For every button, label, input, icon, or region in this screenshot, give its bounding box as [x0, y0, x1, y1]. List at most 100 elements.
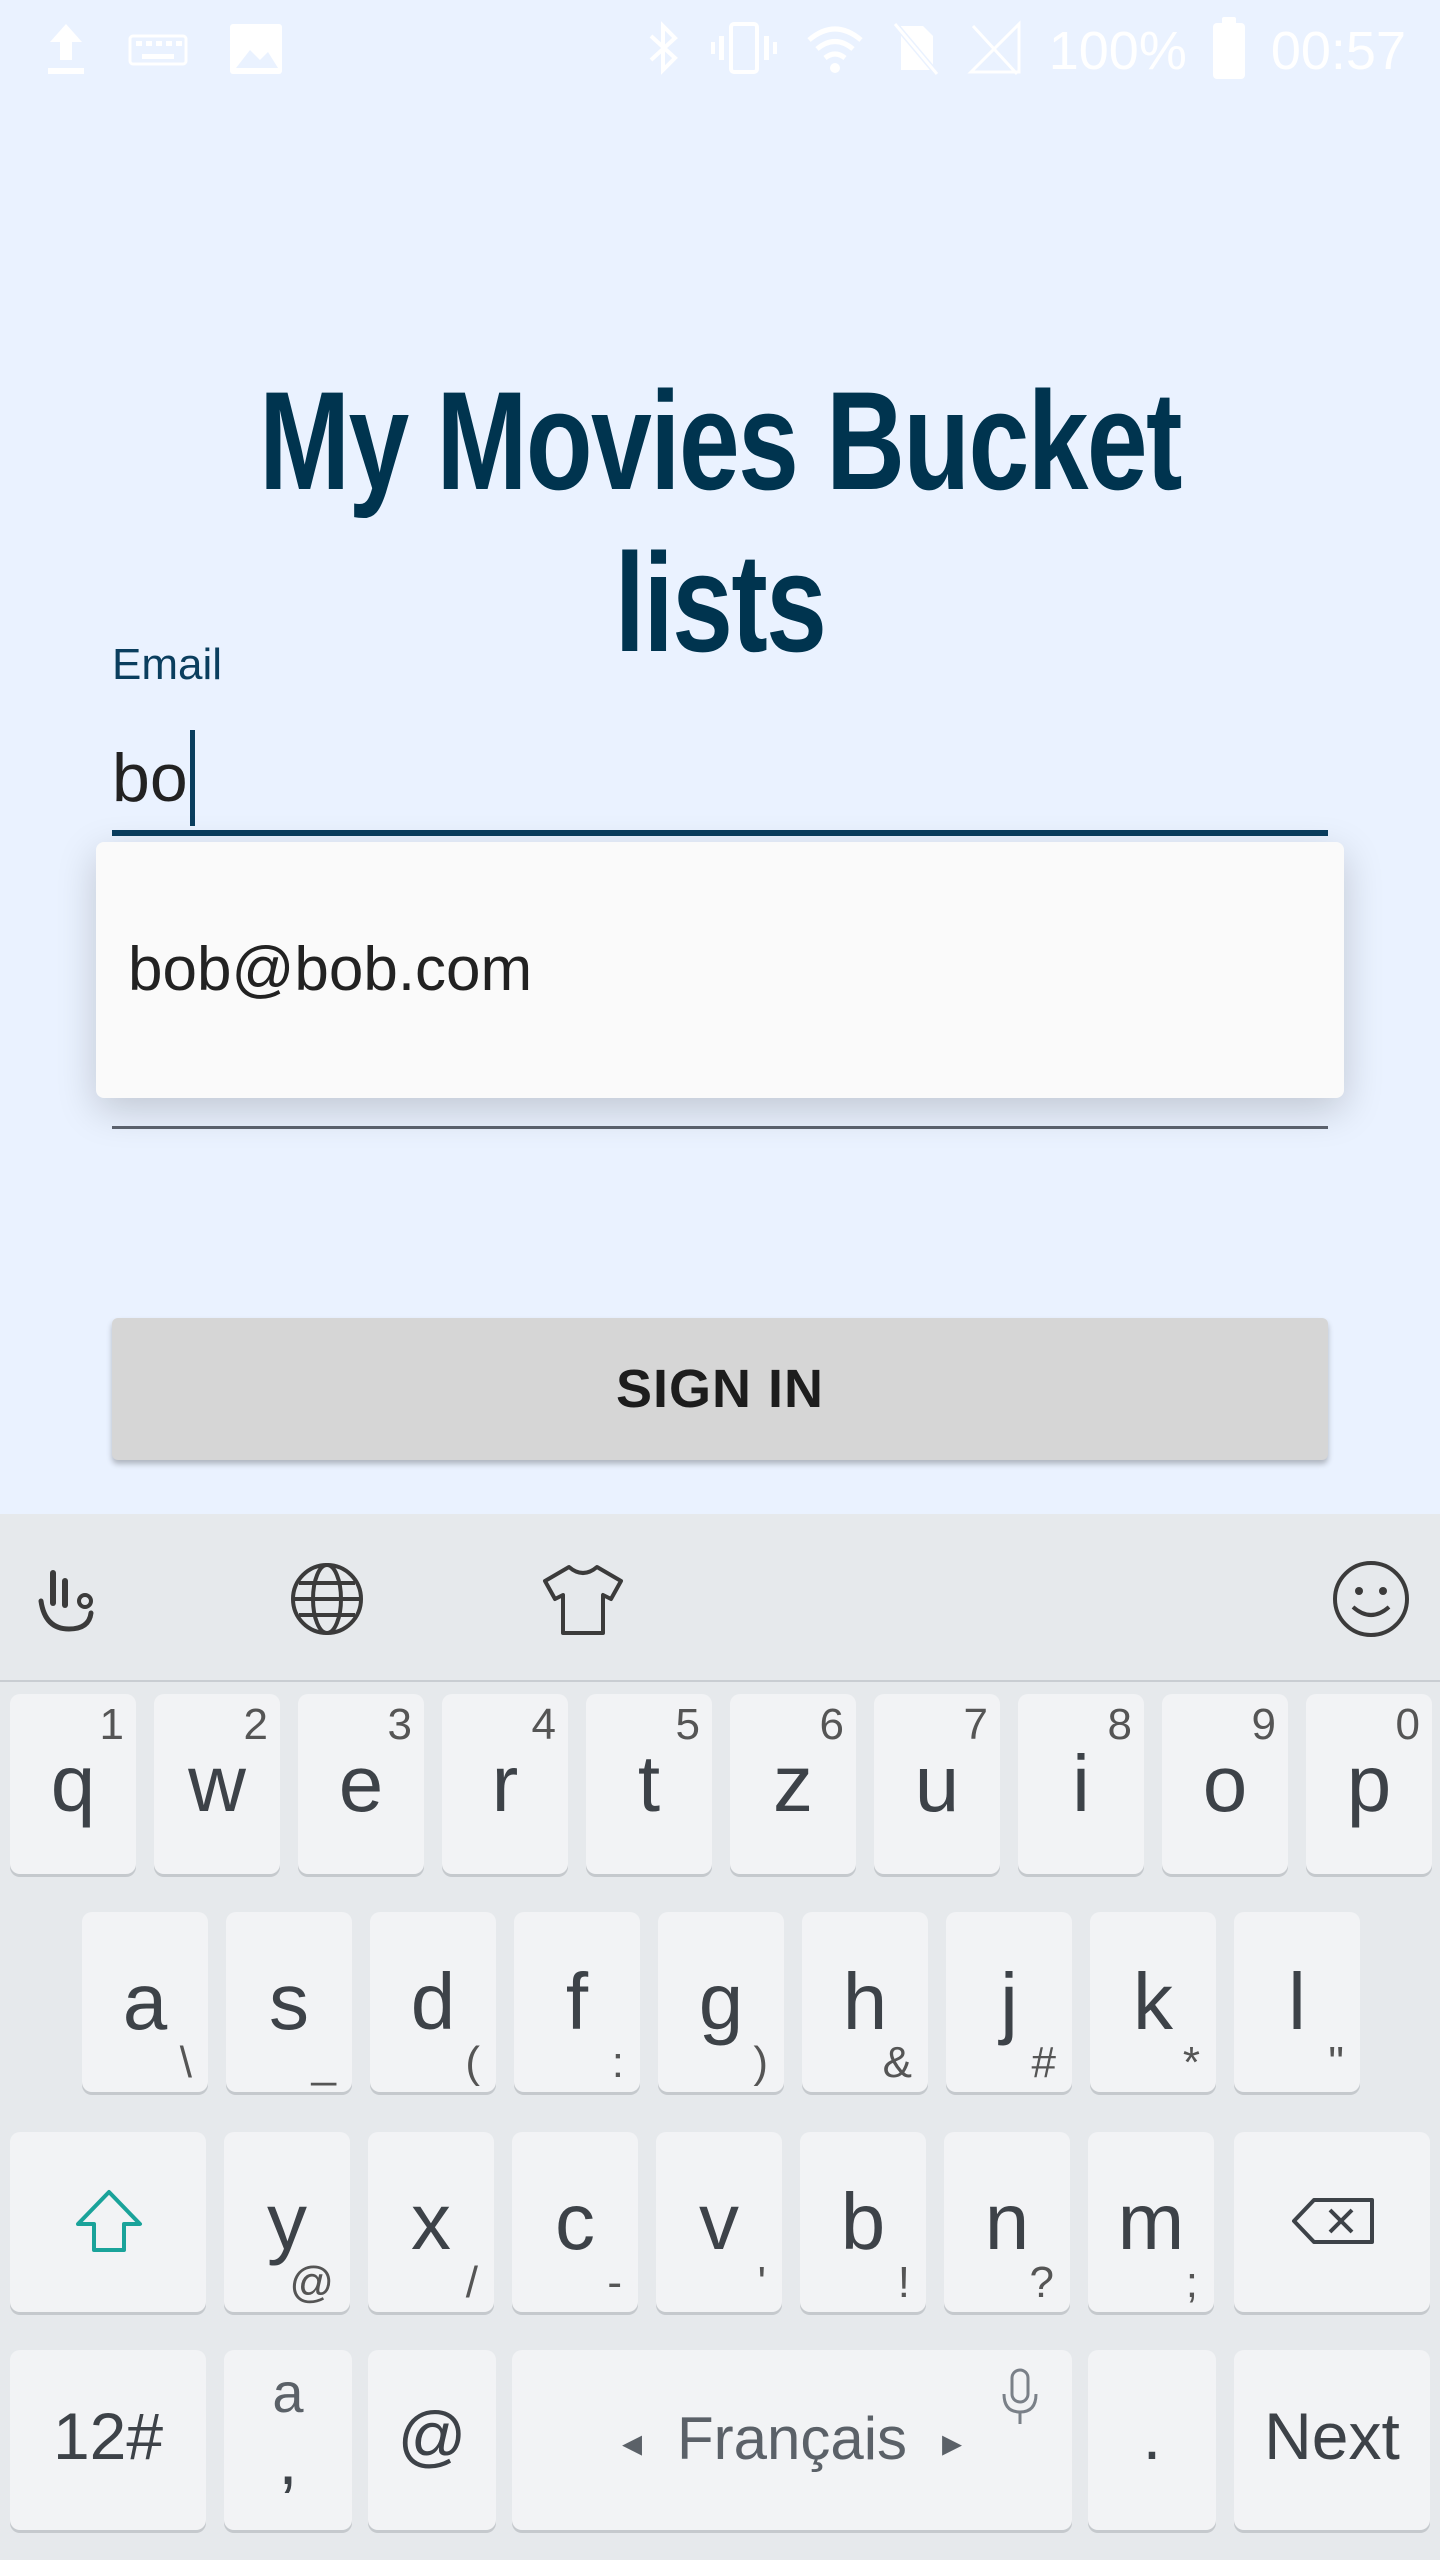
backspace-key[interactable] — [1234, 2132, 1430, 2312]
key-i[interactable]: i8 — [1018, 1694, 1144, 1874]
next-key[interactable]: Next — [1234, 2350, 1430, 2530]
theme-shirt-icon[interactable] — [538, 1554, 628, 1644]
key-label: t — [637, 1739, 661, 1828]
key-label: w — [188, 1739, 246, 1828]
key-h[interactable]: h & — [802, 1912, 928, 2092]
key-label: k — [1133, 1957, 1173, 2046]
key-c[interactable]: c- — [512, 2132, 638, 2312]
key-secondary-label: " — [1328, 2038, 1344, 2087]
at-key[interactable]: @ — [368, 2350, 496, 2530]
key-secondary-label: _ — [311, 2038, 336, 2087]
sign-in-button[interactable]: SIGN IN — [112, 1318, 1328, 1460]
autocomplete-suggestion[interactable]: bob@bob.com — [128, 934, 532, 1005]
key-g[interactable]: g) — [658, 1912, 784, 2092]
key-secondary-label: & — [882, 2038, 912, 2087]
key-secondary-label: 0 — [1395, 1700, 1420, 1749]
key-s[interactable]: s _ — [226, 1912, 352, 2092]
key-a[interactable]: a \ — [82, 1912, 208, 2092]
key-d[interactable]: d( — [370, 1912, 496, 2092]
key-secondary-label: ? — [1029, 2258, 1054, 2307]
key-secondary-label: 7 — [963, 1700, 988, 1749]
email-field-underline — [112, 830, 1328, 836]
key-secondary-label: 9 — [1251, 1700, 1276, 1749]
key-secondary-label: - — [607, 2258, 622, 2307]
key-secondary-label: ! — [897, 2258, 910, 2307]
key-v[interactable]: v ' — [656, 2132, 782, 2312]
key-q[interactable]: q1 — [10, 1694, 136, 1874]
key-label: m — [1117, 2177, 1185, 2266]
key-label: z — [773, 1739, 813, 1828]
comma-key[interactable]: a , — [224, 2350, 352, 2530]
key-label: p — [1346, 1739, 1392, 1828]
chevron-right-icon: ▸ — [942, 2421, 963, 2465]
key-j[interactable]: j # — [946, 1912, 1072, 2092]
key-w[interactable]: w2 — [154, 1694, 280, 1874]
bluetooth-icon — [643, 18, 683, 83]
keyboard-toolbar — [0, 1514, 1440, 1682]
key-secondary-label: 2 — [243, 1700, 268, 1749]
key-label: r — [491, 1739, 519, 1828]
key-f[interactable]: f: — [514, 1912, 640, 2092]
key-p[interactable]: p0 — [1306, 1694, 1432, 1874]
key-m[interactable]: m; — [1088, 2132, 1214, 2312]
key-t[interactable]: t5 — [586, 1694, 712, 1874]
key-label: c — [555, 2177, 595, 2266]
battery-percent: 100% — [1048, 20, 1187, 81]
text-cursor — [189, 730, 195, 826]
key-u[interactable]: u7 — [874, 1694, 1000, 1874]
key-b[interactable]: b! — [800, 2132, 926, 2312]
autocomplete-dropdown: bob@bob.com — [96, 842, 1344, 1098]
shift-key[interactable] — [10, 2132, 206, 2312]
key-label: a — [122, 1957, 168, 2046]
key-secondary-label: @ — [289, 2258, 334, 2307]
key-k[interactable]: k * — [1090, 1912, 1216, 2092]
key-l[interactable]: l " — [1234, 1912, 1360, 2092]
symbols-key[interactable]: 12# — [10, 2350, 206, 2530]
key-label: n — [984, 2177, 1030, 2266]
key-secondary-label: ; — [1185, 2258, 1198, 2307]
key-z[interactable]: z6 — [730, 1694, 856, 1874]
key-secondary-label: 5 — [675, 1700, 700, 1749]
period-key[interactable]: . — [1088, 2350, 1216, 2530]
key-n[interactable]: n? — [944, 2132, 1070, 2312]
key-label: s — [269, 1957, 309, 2046]
space-key[interactable]: ◂ Français ▸ — [512, 2350, 1072, 2530]
key-secondary-label: 3 — [387, 1700, 412, 1749]
key-secondary-label: ) — [753, 2038, 768, 2087]
globe-icon[interactable] — [282, 1554, 372, 1644]
app-title: My Movies Bucket lists — [259, 362, 1182, 681]
clock: 00:57 — [1270, 20, 1406, 81]
key-secondary-label: : — [611, 2038, 624, 2087]
key-secondary-label: # — [1031, 2038, 1056, 2087]
upload-icon — [44, 18, 88, 83]
key-secondary-label: * — [1182, 2038, 1200, 2087]
key-secondary-label: 6 — [819, 1700, 844, 1749]
password-field-underline[interactable] — [112, 1126, 1328, 1129]
key-label: d — [410, 1957, 456, 2046]
email-field[interactable]: bo — [112, 730, 195, 826]
keyboard-icon — [128, 18, 188, 83]
key-label: q — [50, 1739, 96, 1828]
wifi-icon — [805, 18, 865, 83]
battery-icon — [1212, 16, 1245, 79]
key-e[interactable]: e3 — [298, 1694, 424, 1874]
key-secondary-label: 8 — [1107, 1700, 1132, 1749]
key-x[interactable]: x / — [368, 2132, 494, 2312]
key-secondary-label: 4 — [531, 1700, 556, 1749]
email-value: bo — [112, 740, 188, 816]
emoji-icon[interactable] — [1326, 1554, 1416, 1644]
vibrate-icon — [709, 18, 779, 83]
status-bar: 100% 00:57 — [0, 0, 1440, 100]
key-secondary-label: ' — [757, 2258, 766, 2307]
key-label: l — [1288, 1957, 1306, 2046]
key-o[interactable]: o9 — [1162, 1694, 1288, 1874]
key-r[interactable]: r4 — [442, 1694, 568, 1874]
key-y[interactable]: y @ — [224, 2132, 350, 2312]
microphone-icon — [998, 2366, 1042, 2435]
signal-icon — [967, 18, 1023, 83]
key-secondary-label: / — [465, 2258, 478, 2307]
key-label: j — [1000, 1957, 1018, 2046]
gesture-icon[interactable] — [24, 1554, 114, 1644]
soft-keyboard: q 1 w 2 e 3 r 4 t 5 z 6 u 7 i 8 o 9 p 0 a \ s _ d(f: g) h & j # k * l " y @… — [0, 1514, 1440, 2560]
key-label: e — [338, 1739, 384, 1828]
